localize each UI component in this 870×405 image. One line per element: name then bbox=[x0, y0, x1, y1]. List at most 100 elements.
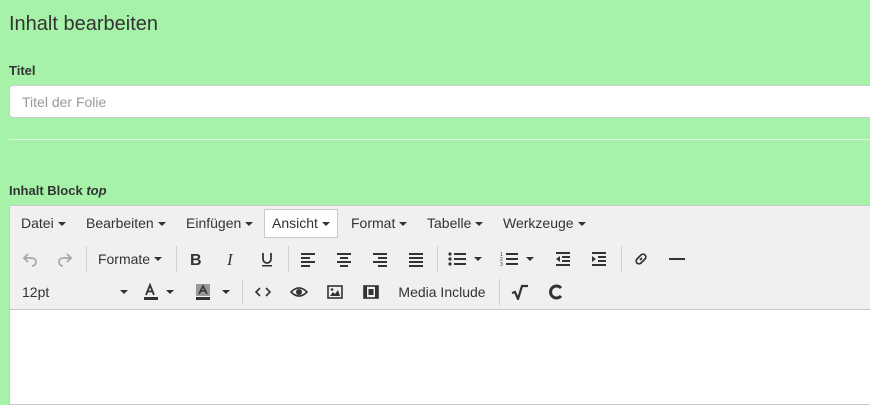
menu-format[interactable]: Format bbox=[351, 209, 408, 238]
title-input[interactable] bbox=[9, 85, 870, 118]
divider bbox=[9, 139, 870, 140]
bold-button[interactable]: B bbox=[180, 244, 210, 274]
rich-text-editor: Datei Bearbeiten Einfügen Ansicht Format… bbox=[9, 205, 870, 405]
outdent-button[interactable] bbox=[548, 244, 578, 274]
menu-ansicht[interactable]: Ansicht bbox=[264, 209, 338, 238]
chevron-down-icon bbox=[57, 222, 66, 226]
indent-icon bbox=[592, 252, 606, 266]
chevron-down-icon bbox=[526, 257, 534, 261]
menu-bearbeiten[interactable]: Bearbeiten bbox=[86, 209, 166, 238]
font-size-value: 12pt bbox=[22, 284, 50, 300]
underline-button[interactable] bbox=[252, 244, 282, 274]
link-icon bbox=[635, 253, 647, 265]
svg-text:3: 3 bbox=[500, 262, 503, 267]
editor-toolbar: Formate B I 123 12pt Media Include bbox=[10, 241, 870, 310]
content-block-label: Inhalt Block top bbox=[9, 183, 107, 198]
outdent-icon bbox=[556, 252, 570, 266]
page-title: Inhalt bearbeiten bbox=[9, 13, 159, 35]
media-icon bbox=[363, 285, 379, 299]
chevron-down-icon bbox=[120, 290, 128, 294]
toolbar-separator bbox=[499, 279, 500, 305]
background-color-icon bbox=[196, 284, 210, 300]
align-right-button[interactable] bbox=[365, 244, 395, 274]
code-icon bbox=[255, 287, 271, 297]
align-left-button[interactable] bbox=[293, 244, 323, 274]
toolbar-separator bbox=[437, 246, 438, 272]
redo-button[interactable] bbox=[51, 244, 79, 274]
undo-button[interactable] bbox=[16, 244, 44, 274]
text-color-icon bbox=[144, 283, 158, 300]
sqrt-icon bbox=[511, 284, 528, 300]
menu-bearbeiten-label: Bearbeiten bbox=[86, 215, 154, 231]
indent-button[interactable] bbox=[584, 244, 614, 274]
background-color-button[interactable] bbox=[188, 277, 236, 307]
media-include-label: Media Include bbox=[398, 284, 486, 300]
chevron-down-icon bbox=[577, 222, 586, 226]
chevron-down-icon bbox=[157, 222, 166, 226]
media-include-button[interactable]: Media Include bbox=[390, 277, 494, 307]
formats-dropdown[interactable]: Formate bbox=[94, 244, 166, 274]
title-label: Titel bbox=[9, 63, 36, 78]
preview-icon bbox=[290, 287, 308, 297]
align-left-icon bbox=[301, 253, 315, 267]
content-block-name: top bbox=[86, 183, 107, 198]
menu-werkzeuge-label: Werkzeuge bbox=[503, 215, 574, 231]
link-button[interactable] bbox=[626, 244, 656, 274]
editor-content-area[interactable] bbox=[10, 310, 870, 404]
align-center-icon bbox=[337, 253, 351, 267]
menu-einfuegen[interactable]: Einfügen bbox=[186, 209, 254, 238]
bullet-list-icon bbox=[448, 252, 466, 266]
redo-icon bbox=[58, 253, 73, 267]
toolbar-separator bbox=[176, 246, 177, 272]
menu-ansicht-label: Ansicht bbox=[272, 215, 318, 231]
menu-datei-label: Datei bbox=[21, 215, 54, 231]
formats-label: Formate bbox=[97, 251, 151, 267]
italic-button[interactable]: I bbox=[216, 244, 246, 274]
align-center-button[interactable] bbox=[329, 244, 359, 274]
chevron-down-icon bbox=[475, 222, 484, 226]
bold-icon: B bbox=[190, 252, 202, 267]
numbered-list-icon: 123 bbox=[500, 252, 518, 267]
source-code-button[interactable] bbox=[248, 277, 278, 307]
undo-icon bbox=[22, 253, 37, 267]
underline-icon bbox=[262, 253, 272, 267]
insert-media-button[interactable] bbox=[356, 277, 386, 307]
toolbar-separator bbox=[288, 246, 289, 272]
align-justify-icon bbox=[409, 253, 423, 267]
italic-icon: I bbox=[226, 251, 234, 267]
svg-text:I: I bbox=[226, 251, 234, 267]
menu-tabelle-label: Tabelle bbox=[427, 215, 472, 231]
menu-einfuegen-label: Einfügen bbox=[186, 215, 242, 231]
horizontal-rule-button[interactable] bbox=[662, 244, 692, 274]
text-color-button[interactable] bbox=[138, 277, 178, 307]
editor-menubar: Datei Bearbeiten Einfügen Ansicht Format… bbox=[10, 206, 870, 242]
chevron-down-icon bbox=[166, 290, 174, 294]
menu-format-label: Format bbox=[351, 215, 396, 231]
chevron-down-icon bbox=[321, 222, 330, 226]
chevron-down-icon bbox=[474, 257, 482, 261]
font-size-select[interactable]: 12pt bbox=[16, 277, 128, 307]
chevron-down-icon bbox=[222, 290, 230, 294]
toolbar-separator bbox=[242, 279, 243, 305]
c-button[interactable] bbox=[541, 277, 571, 307]
image-icon bbox=[327, 285, 343, 299]
sqrt-button[interactable] bbox=[505, 277, 535, 307]
preview-button[interactable] bbox=[284, 277, 314, 307]
c-icon bbox=[549, 284, 563, 300]
numbered-list-button[interactable]: 123 bbox=[494, 244, 540, 274]
chevron-down-icon bbox=[245, 222, 254, 226]
bullet-list-button[interactable] bbox=[442, 244, 488, 274]
toolbar-separator bbox=[621, 246, 622, 272]
toolbar-separator bbox=[86, 246, 87, 272]
menu-datei[interactable]: Datei bbox=[21, 209, 66, 238]
align-justify-button[interactable] bbox=[401, 244, 431, 274]
menu-werkzeuge[interactable]: Werkzeuge bbox=[503, 209, 586, 238]
horizontal-rule-icon bbox=[669, 258, 685, 260]
insert-image-button[interactable] bbox=[320, 277, 350, 307]
content-block-label-prefix: Inhalt Block bbox=[9, 183, 83, 198]
align-right-icon bbox=[373, 253, 387, 267]
menu-tabelle[interactable]: Tabelle bbox=[427, 209, 484, 238]
svg-text:B: B bbox=[190, 252, 202, 267]
chevron-down-icon bbox=[154, 257, 163, 261]
chevron-down-icon bbox=[399, 222, 408, 226]
